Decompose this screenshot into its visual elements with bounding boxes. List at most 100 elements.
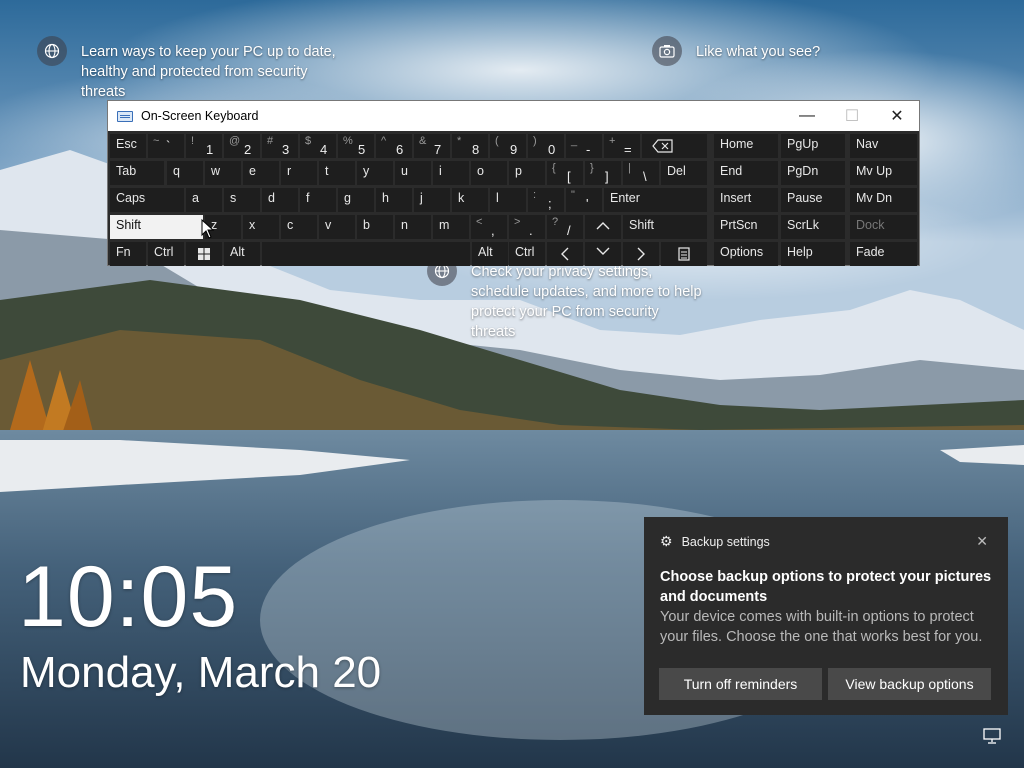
key-home[interactable]: Home (714, 134, 778, 158)
tip-privacy[interactable]: Check your privacy settings, schedule up… (427, 256, 707, 342)
close-button[interactable]: ✕ (874, 101, 920, 131)
key-j[interactable]: j (414, 188, 450, 212)
key-shift-left[interactable]: Shift (110, 215, 203, 239)
key-alt-right[interactable]: Alt (472, 242, 508, 266)
key-backtick[interactable]: ~ ` (148, 134, 184, 158)
key-a[interactable]: a (186, 188, 222, 212)
minimize-button[interactable]: — (784, 101, 830, 131)
key-u[interactable]: u (395, 161, 431, 185)
key-6[interactable]: ^ 6 (376, 134, 412, 158)
key-l[interactable]: l (490, 188, 526, 212)
key-k[interactable]: k (452, 188, 488, 212)
key-g[interactable]: g (338, 188, 374, 212)
key-ctrl-right[interactable]: Ctrl (509, 242, 545, 266)
key-3[interactable]: #3 (262, 134, 298, 158)
key-equals[interactable]: + = (604, 134, 640, 158)
arrow-up-icon (596, 222, 610, 230)
key-b[interactable]: b (357, 215, 393, 239)
key-d[interactable]: d (262, 188, 298, 212)
key-end[interactable]: End (714, 161, 778, 185)
key-8[interactable]: * 8 (452, 134, 488, 158)
key-dock[interactable]: Dock (850, 215, 917, 239)
key-p[interactable]: p (509, 161, 545, 185)
key-mv-up[interactable]: Mv Up (850, 161, 917, 185)
key-1[interactable]: ! 1 (186, 134, 222, 158)
key-pause[interactable]: Pause (781, 188, 845, 212)
key-7[interactable]: & 7 (414, 134, 450, 158)
close-icon[interactable]: ✕ (976, 533, 988, 550)
key-prtscn[interactable]: PrtScn (714, 215, 778, 239)
tip-like-what-you-see[interactable]: Like what you see? (652, 36, 820, 66)
key-minus[interactable]: _ - (566, 134, 602, 158)
key-m[interactable]: m (433, 215, 469, 239)
key-shift-label: # (267, 135, 274, 147)
key-shift-label: _ (571, 135, 578, 147)
key-nav[interactable]: Nav (850, 134, 917, 158)
key-e[interactable]: e (243, 161, 279, 185)
key-arrow-down[interactable] (585, 242, 621, 266)
key-comma[interactable]: <, (471, 215, 507, 239)
view-backup-options-button[interactable]: View backup options (828, 668, 991, 700)
key-n[interactable]: n (395, 215, 431, 239)
key-pgdn[interactable]: PgDn (781, 161, 845, 185)
key-o[interactable]: o (471, 161, 507, 185)
key-9[interactable]: (9 (490, 134, 526, 158)
key-fade[interactable]: Fade (850, 242, 917, 266)
key-arrow-left[interactable] (547, 242, 583, 266)
key-h[interactable]: h (376, 188, 412, 212)
key-f[interactable]: f (300, 188, 336, 212)
key-tab[interactable]: Tab (110, 161, 164, 185)
key-windows[interactable] (186, 242, 222, 266)
key-shift-label: + (609, 135, 616, 147)
key-shift-label: } (590, 162, 594, 174)
key-enter[interactable]: Enter (604, 188, 707, 212)
key-help[interactable]: Help (781, 242, 845, 266)
key-right-bracket[interactable]: }] (585, 161, 621, 185)
key-options[interactable]: Options (714, 242, 778, 266)
lock-screen-time: 10:05 (18, 549, 239, 645)
key-2[interactable]: @2 (224, 134, 260, 158)
key-arrow-up[interactable] (585, 215, 621, 239)
key-semicolon[interactable]: :; (528, 188, 564, 212)
key-5[interactable]: % 5 (338, 134, 374, 158)
key-backspace[interactable] (642, 134, 707, 158)
key-y[interactable]: y (357, 161, 393, 185)
key-fn[interactable]: Fn (110, 242, 146, 266)
key-alt-left[interactable]: Alt (224, 242, 260, 266)
key-q[interactable]: q (167, 161, 203, 185)
key-quote[interactable]: " ' (566, 188, 602, 212)
maximize-button[interactable]: ☐ (829, 101, 875, 131)
key-backslash[interactable]: | \ (623, 161, 659, 185)
key-i[interactable]: i (433, 161, 469, 185)
key-pgup[interactable]: PgUp (781, 134, 845, 158)
key-w[interactable]: w (205, 161, 241, 185)
key-t[interactable]: t (319, 161, 355, 185)
key-0[interactable]: ) 0 (528, 134, 564, 158)
key-s[interactable]: s (224, 188, 260, 212)
key-arrow-right[interactable] (623, 242, 659, 266)
osk-title-bar[interactable]: On-Screen Keyboard — ☐ ✕ (108, 101, 919, 131)
tip-security[interactable]: Learn ways to keep your PC up to date, h… (37, 36, 337, 102)
key-insert[interactable]: Insert (714, 188, 778, 212)
key-v[interactable]: v (319, 215, 355, 239)
arrow-left-icon (561, 247, 569, 261)
key-space[interactable] (262, 242, 470, 266)
key-label: = (624, 142, 632, 157)
key-del[interactable]: Del (661, 161, 707, 185)
key-slash[interactable]: ? / (547, 215, 583, 239)
key-scrlk[interactable]: ScrLk (781, 215, 845, 239)
network-icon[interactable] (983, 728, 1001, 744)
key-ctrl-left[interactable]: Ctrl (148, 242, 184, 266)
key-mv-dn[interactable]: Mv Dn (850, 188, 917, 212)
key-menu[interactable] (661, 242, 707, 266)
key-4[interactable]: $4 (300, 134, 336, 158)
key-esc[interactable]: Esc (110, 134, 146, 158)
key-shift-right[interactable]: Shift (623, 215, 707, 239)
key-c[interactable]: c (281, 215, 317, 239)
key-period[interactable]: >. (509, 215, 545, 239)
key-x[interactable]: x (243, 215, 279, 239)
key-caps[interactable]: Caps (110, 188, 184, 212)
turn-off-reminders-button[interactable]: Turn off reminders (659, 668, 822, 700)
key-left-bracket[interactable]: {[ (547, 161, 583, 185)
key-r[interactable]: r (281, 161, 317, 185)
